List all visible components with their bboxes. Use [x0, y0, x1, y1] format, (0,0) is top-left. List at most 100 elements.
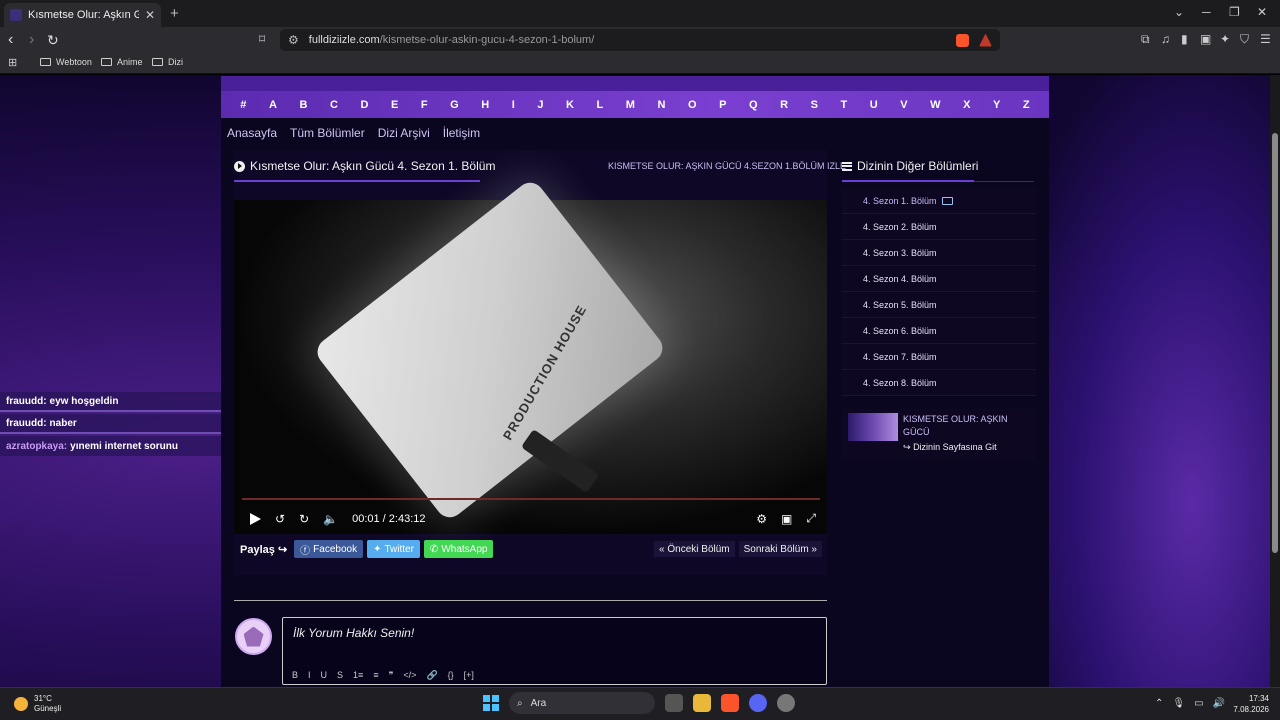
episode-item[interactable]: 4. Sezon 8. Bölüm — [842, 370, 1036, 396]
alphabet-letter[interactable]: R — [780, 99, 788, 111]
alphabet-letter[interactable]: J — [537, 99, 543, 111]
bookmark-dizi[interactable]: Dizi — [152, 57, 183, 67]
file-explorer-icon[interactable] — [693, 694, 711, 712]
alphabet-letter[interactable]: L — [597, 99, 604, 111]
settings-gear-icon[interactable]: ⚙ — [756, 512, 767, 526]
url-bar[interactable]: ⚙ fulldiziizle.com/kismetse-olur-askin-g… — [280, 29, 1000, 51]
episode-item[interactable]: 4. Sezon 7. Bölüm — [842, 344, 1036, 370]
alphabet-letter[interactable]: U — [870, 99, 878, 111]
network-icon[interactable]: ▭ — [1194, 698, 1203, 709]
forward-icon[interactable]: › — [29, 31, 34, 49]
comment-tool-button[interactable]: B — [292, 670, 298, 681]
minimize-icon[interactable]: ─ — [1202, 5, 1211, 19]
play-icon[interactable] — [250, 512, 261, 525]
alphabet-letter[interactable]: K — [566, 99, 574, 111]
alphabet-letter[interactable]: I — [512, 99, 515, 111]
menu-icon[interactable]: ☰ — [1260, 32, 1271, 46]
forward-10-icon[interactable]: ↻ — [299, 512, 309, 526]
alphabet-letter[interactable]: O — [688, 99, 697, 111]
menu-item[interactable]: Tüm Bölümler — [290, 126, 365, 140]
comment-tool-button[interactable]: 1≡ — [353, 670, 363, 681]
alphabet-letter[interactable]: H — [481, 99, 489, 111]
taskbar-search[interactable]: ⌕ Ara — [509, 692, 655, 714]
episode-item[interactable]: 4. Sezon 5. Bölüm — [842, 292, 1036, 318]
alphabet-letter[interactable]: V — [900, 99, 907, 111]
new-tab-button[interactable]: + — [170, 5, 179, 22]
video-progress-bar[interactable] — [242, 498, 820, 500]
discord-icon[interactable] — [749, 694, 767, 712]
comment-tool-button[interactable]: 🔗 — [426, 670, 437, 681]
comment-tool-button[interactable]: </> — [403, 670, 416, 681]
series-thumbnail[interactable] — [848, 413, 898, 441]
app-icon[interactable] — [777, 694, 795, 712]
leo-ai-icon[interactable]: ✦ — [1220, 32, 1230, 46]
alphabet-letter[interactable]: N — [658, 99, 666, 111]
alphabet-letter[interactable]: X — [963, 99, 970, 111]
scrollbar-thumb[interactable] — [1272, 133, 1278, 553]
alphabet-letter[interactable]: W — [930, 99, 940, 111]
alphabet-letter[interactable]: Q — [749, 99, 758, 111]
alphabet-letter[interactable]: Z — [1023, 99, 1030, 111]
alphabet-letter[interactable]: # — [240, 99, 246, 111]
comment-tool-button[interactable]: U — [321, 670, 328, 681]
comment-tool-button[interactable]: [+] — [464, 670, 474, 681]
clock[interactable]: 17:34 7.08.2026 — [1233, 693, 1269, 715]
brave-shields-icon[interactable] — [956, 33, 969, 47]
alphabet-letter[interactable]: B — [299, 99, 307, 111]
bookmark-icon[interactable]: ⌑ — [259, 32, 265, 46]
alphabet-letter[interactable]: F — [421, 99, 428, 111]
volume-icon[interactable]: 🔈 — [323, 512, 338, 526]
vpn-icon[interactable]: ⛉ — [1240, 32, 1249, 47]
browser-tab[interactable]: Kısmetse Olur: Aşkın Gücü 4.Sez ✕ — [4, 3, 161, 27]
menu-item[interactable]: İletişim — [443, 126, 480, 140]
menu-item[interactable]: Dizi Arşivi — [378, 126, 430, 140]
picture-in-picture-icon[interactable]: ▣ — [781, 512, 792, 526]
tray-chevron-icon[interactable]: ⌃ — [1155, 698, 1163, 709]
alphabet-letter[interactable]: G — [450, 99, 459, 111]
bookmark-anime[interactable]: Anime — [101, 57, 143, 67]
menu-item[interactable]: Anasayfa — [227, 126, 277, 140]
apps-grid-icon[interactable]: ⊞ — [8, 56, 17, 69]
tab-list-icon[interactable]: ⌄ — [1174, 5, 1184, 19]
brave-rewards-icon[interactable] — [979, 33, 992, 47]
alphabet-letter[interactable]: P — [719, 99, 726, 111]
microphone-icon[interactable]: 🎙 — [1172, 698, 1185, 709]
next-episode-button[interactable]: Sonraki Bölüm » — [738, 541, 822, 557]
back-icon[interactable]: ‹ — [8, 31, 13, 49]
episode-item[interactable]: 4. Sezon 1. Bölüm — [842, 188, 1036, 214]
alphabet-letter[interactable]: S — [811, 99, 818, 111]
brave-browser-icon[interactable] — [721, 694, 739, 712]
close-window-icon[interactable]: ✕ — [1257, 5, 1267, 19]
alphabet-letter[interactable]: A — [269, 99, 277, 111]
facebook-share-button[interactable]: ⓕ Facebook — [294, 540, 364, 558]
twitter-share-button[interactable]: ✦ Twitter — [367, 540, 420, 558]
prev-episode-button[interactable]: « Önceki Bölüm — [654, 541, 735, 557]
alphabet-letter[interactable]: C — [330, 99, 338, 111]
bookmark-webtoon[interactable]: Webtoon — [40, 57, 92, 67]
windows-start-icon[interactable] — [483, 695, 499, 711]
tab-close-icon[interactable]: ✕ — [145, 8, 155, 22]
episode-item[interactable]: 4. Sezon 3. Bölüm — [842, 240, 1036, 266]
alphabet-letter[interactable]: M — [626, 99, 635, 111]
alphabet-letter[interactable]: D — [360, 99, 368, 111]
rewind-10-icon[interactable]: ↺ — [275, 512, 285, 526]
reload-icon[interactable]: ↻ — [47, 32, 59, 49]
alphabet-letter[interactable]: Y — [993, 99, 1000, 111]
alphabet-letter[interactable]: T — [841, 99, 848, 111]
comment-tool-button[interactable]: ≡ — [373, 670, 378, 681]
episode-item[interactable]: 4. Sezon 2. Bölüm — [842, 214, 1036, 240]
speaker-icon[interactable]: 🔊 — [1213, 698, 1225, 709]
episode-item[interactable]: 4. Sezon 4. Bölüm — [842, 266, 1036, 292]
episode-item[interactable]: 4. Sezon 6. Bölüm — [842, 318, 1036, 344]
comment-tool-button[interactable]: I — [308, 670, 311, 681]
comment-tool-button[interactable]: ❞ — [389, 670, 394, 681]
series-page-link[interactable]: ↪ Dizinin Sayfasına Git — [903, 442, 997, 453]
comment-tool-button[interactable]: {} — [448, 670, 454, 681]
comment-tool-button[interactable]: S — [337, 670, 343, 681]
fullscreen-icon[interactable]: ⤢ — [806, 511, 816, 526]
weather-widget[interactable]: 31°C Güneşli — [14, 694, 61, 714]
media-icon[interactable]: ♫ — [1161, 32, 1170, 46]
site-info-icon[interactable]: ⚙ — [288, 33, 299, 47]
restore-icon[interactable]: ❐ — [1229, 5, 1240, 19]
whatsapp-share-button[interactable]: ✆ WhatsApp — [423, 540, 494, 558]
